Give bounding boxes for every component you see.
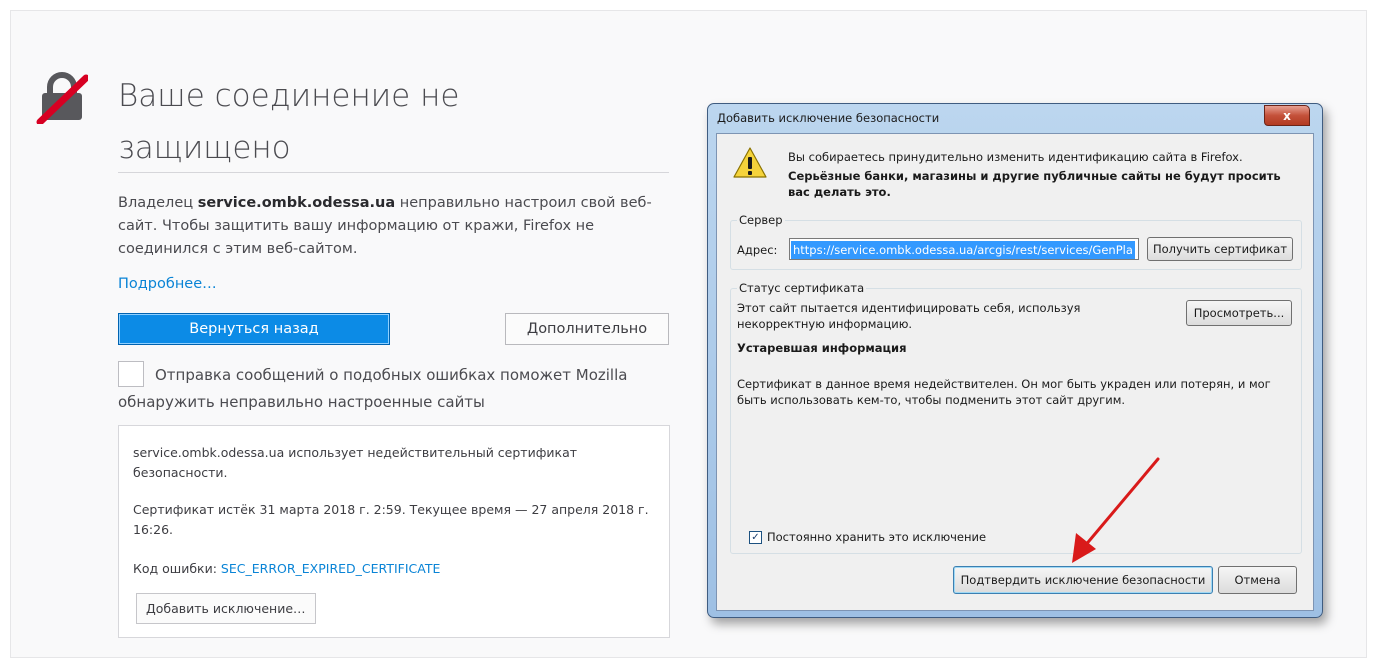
address-value: https://service.ombk.odessa.ua/arcgis/re… (791, 241, 1135, 259)
go-back-button[interactable]: Вернуться назад (118, 313, 390, 345)
invalid-cert-text: service.ombk.odessa.ua использует недейс… (133, 445, 578, 480)
warning-text-1: Вы собираетесь принудительно изменить ид… (788, 150, 1243, 164)
keep-exception-checkbox[interactable]: ✓ (749, 531, 762, 544)
advanced-button[interactable]: Дополнительно (505, 313, 669, 345)
annotation-arrow-icon (1072, 457, 1160, 563)
cancel-button[interactable]: Отмена (1218, 566, 1297, 594)
outdated-text: Сертификат в данное время недействителен… (737, 377, 1271, 407)
status-group-label: Статус сертификата (737, 281, 867, 295)
confirm-exception-button[interactable]: Подтвердить исключение безопасности (953, 566, 1213, 594)
dialog-body: Вы собираетесь принудительно изменить ид… (716, 133, 1314, 611)
server-group-label: Сервер (737, 213, 785, 227)
add-exception-button[interactable]: Добавить исключение… (136, 593, 316, 624)
outdated-heading: Устаревшая информация (737, 341, 907, 355)
learn-more-link[interactable]: Подробнее… (118, 276, 217, 292)
add-exception-dialog: Добавить исключение безопасности x Вы со… (707, 103, 1323, 618)
close-icon[interactable]: x (1264, 105, 1310, 126)
title-divider (118, 172, 669, 173)
intro-domain: service.ombk.odessa.ua (197, 195, 396, 211)
error-code-label: Код ошибки: (133, 561, 221, 576)
advanced-details-panel: service.ombk.odessa.ua использует недейс… (118, 425, 670, 638)
broken-lock-icon (36, 72, 88, 124)
keep-exception-label: Постоянно хранить это исключение (767, 530, 987, 544)
warning-text-2: Серьёзные банки, магазины и другие публи… (788, 169, 1281, 199)
intro-text: Владелец service.ombk.odessa.ua неправил… (118, 192, 678, 261)
get-certificate-button[interactable]: Получить сертификат (1147, 237, 1293, 261)
address-input[interactable]: https://service.ombk.odessa.ua/arcgis/re… (789, 238, 1139, 260)
status-text: Этот сайт пытается идентифицировать себя… (737, 301, 1081, 331)
checkmark-icon: ✓ (751, 532, 760, 543)
expired-cert-text: Сертификат истёк 31 марта 2018 г. 2:59. … (133, 502, 649, 537)
intro-prefix: Владелец (118, 195, 198, 211)
error-code-link[interactable]: SEC_ERROR_EXPIRED_CERTIFICATE (221, 561, 440, 576)
dialog-title: Добавить исключение безопасности (717, 111, 940, 125)
warning-icon (733, 147, 767, 178)
view-certificate-button[interactable]: Просмотреть... (1186, 300, 1292, 326)
report-checkbox-label: Отправка сообщений о подобных ошибках по… (118, 366, 628, 411)
address-label: Адрес: (737, 243, 778, 257)
page-title: Ваше соединение не защищено (118, 78, 460, 166)
error-code-line: Код ошибки: SEC_ERROR_EXPIRED_CERTIFICAT… (133, 559, 663, 579)
